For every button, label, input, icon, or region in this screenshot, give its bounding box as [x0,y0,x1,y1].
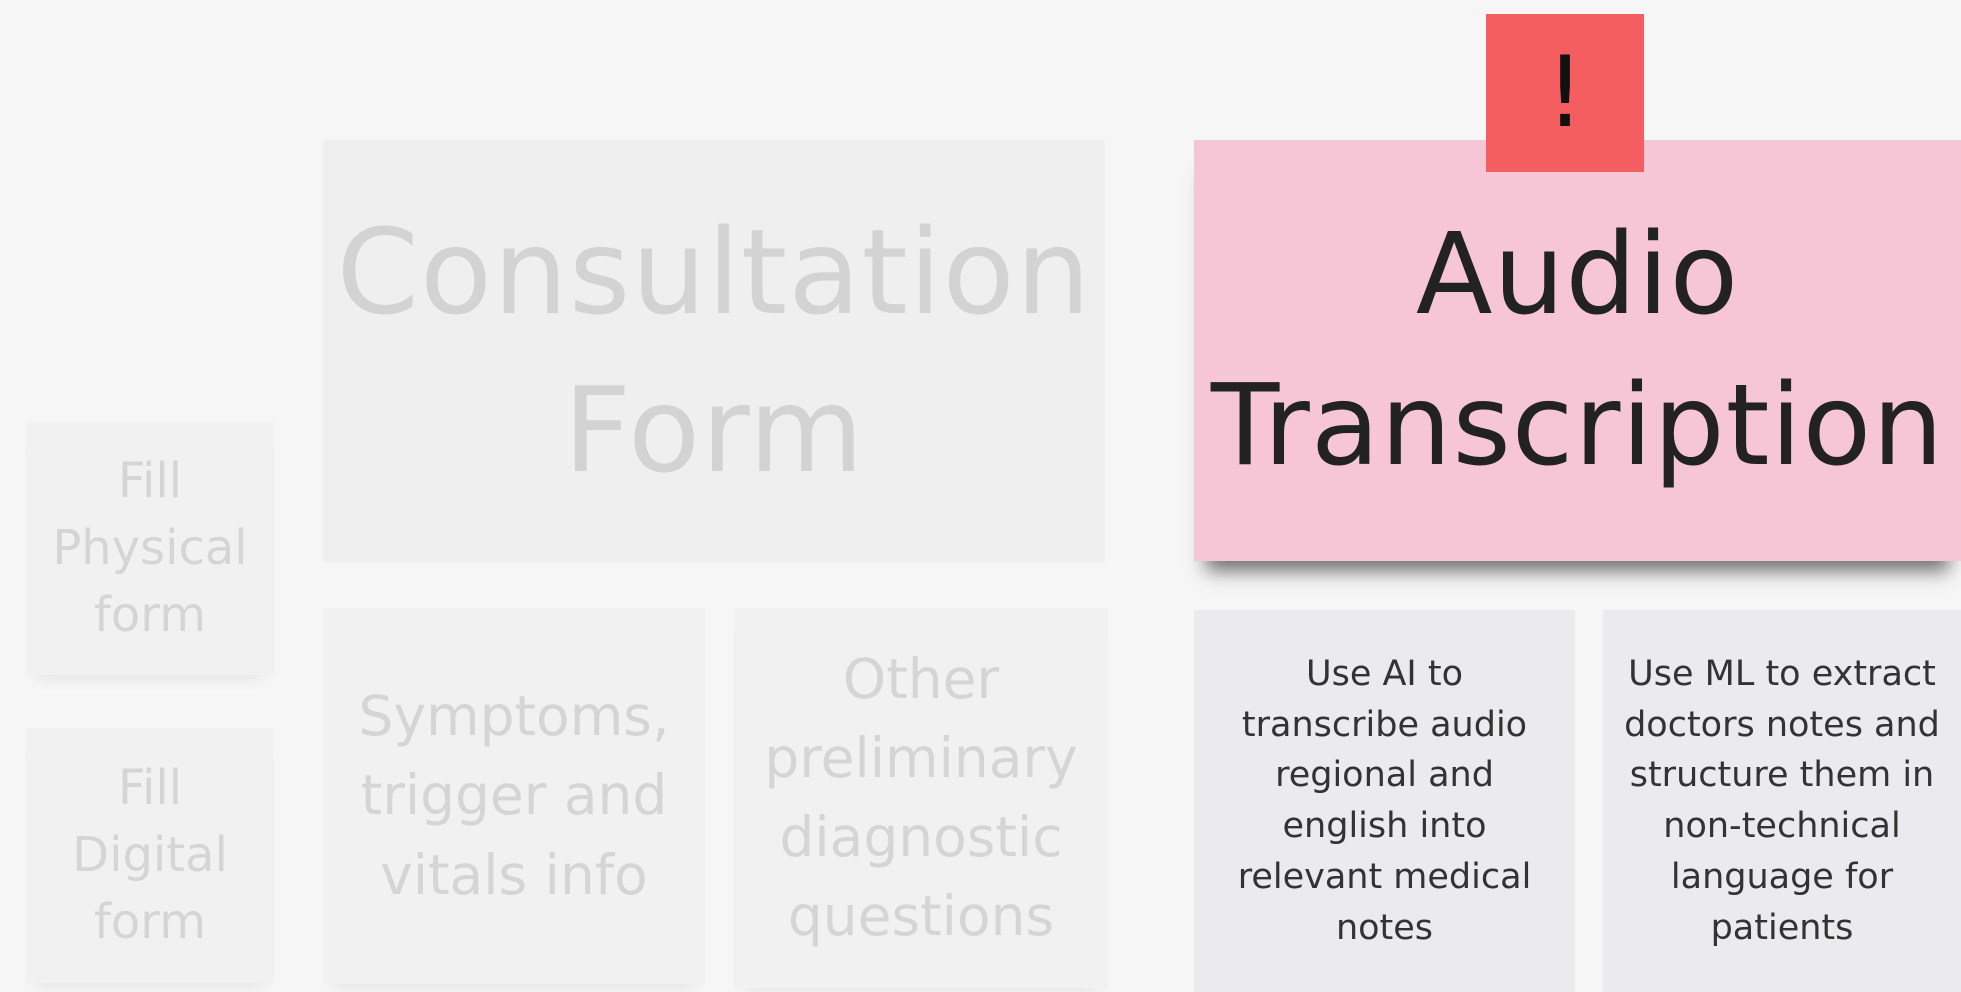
note-line: Other [842,646,1000,711]
note-line: non-technical [1663,806,1901,846]
note-line: language for [1670,856,1894,897]
note-line: regional and [1275,755,1494,796]
note-line: form [94,587,206,644]
note-line: structure them in [1629,755,1935,796]
note-line: vitals info [380,842,648,907]
note-line: preliminary [764,725,1078,790]
sticky-note-use-ai-transcribe[interactable]: Use AI to transcribe audio regional and … [1194,610,1575,992]
sticky-note-audio-transcription[interactable]: Audio Transcription [1194,140,1961,561]
note-line: Digital [72,826,228,883]
note-line: Consultation [336,202,1092,341]
note-line: patients [1710,907,1854,948]
note-line: diagnostic [779,805,1063,869]
note-line: transcribe audio [1241,704,1528,745]
note-line: Transcription [1210,360,1945,491]
note-line: Use ML to extract [1628,653,1936,694]
sticky-note-use-ml-extract[interactable]: Use ML to extract doctors notes and stru… [1603,610,1961,992]
note-line: english into [1282,806,1487,846]
note-line: notes [1335,907,1434,948]
sticky-note-symptoms-vitals[interactable]: Symptoms, trigger and vitals info [323,608,705,984]
note-line: Audio [1415,210,1740,341]
note-line: doctors notes and [1624,704,1940,745]
sticky-note-consultation-form[interactable]: Consultation Form [323,140,1105,562]
note-line: Fill [117,759,183,816]
note-line: relevant medical [1237,856,1532,897]
note-line: trigger and [360,763,668,828]
note-line: questions [787,884,1055,949]
note-line: Physical [52,519,248,576]
note-line: Fill [117,452,183,509]
note-line: Form [563,361,865,499]
exclamation-mark: ! [1545,36,1585,150]
note-line: Symptoms, [358,684,670,749]
sticky-note-fill-digital-form[interactable]: Fill Digital form [26,728,274,983]
sticky-note-fill-physical-form[interactable]: Fill Physical form [26,422,274,675]
note-line: Use AI to [1305,653,1464,694]
alert-flag-icon[interactable]: ! [1486,14,1644,172]
note-line: form [94,894,206,951]
sticky-note-other-diagnostic-questions[interactable]: Other preliminary diagnostic questions [734,608,1108,988]
